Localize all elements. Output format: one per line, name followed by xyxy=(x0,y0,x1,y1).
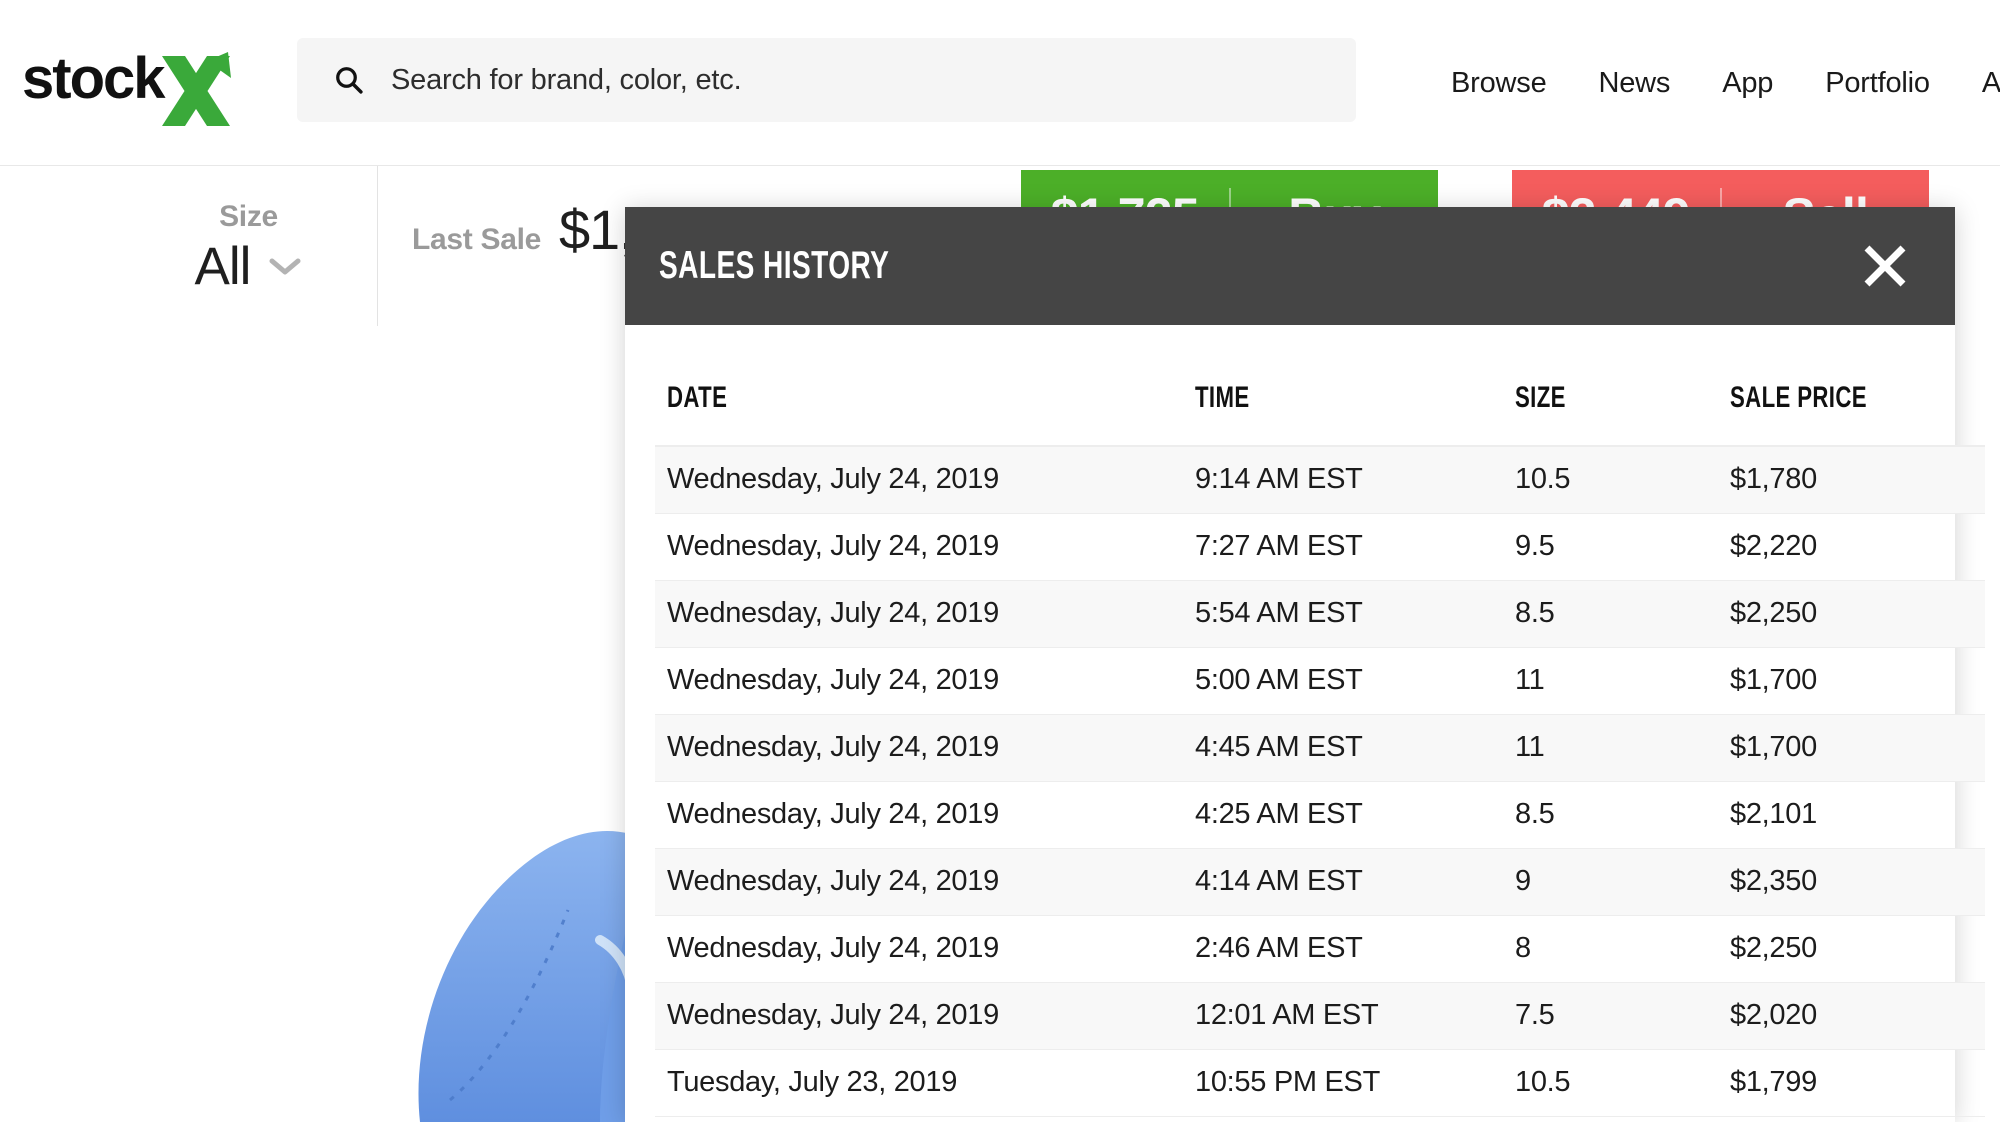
cell-time: 10:55 PM EST xyxy=(1195,1050,1515,1117)
cell-price: $2,250 xyxy=(1730,581,1985,648)
cell-price: $2,220 xyxy=(1730,514,1985,581)
sales-history-table: DATE TIME SIZE SALE PRICE Wednesday, Jul… xyxy=(655,325,1985,1117)
cell-time: 7:27 AM EST xyxy=(1195,514,1515,581)
modal-header: SALES HISTORY xyxy=(625,207,1955,325)
cell-date: Wednesday, July 24, 2019 xyxy=(655,514,1195,581)
cell-date: Wednesday, July 24, 2019 xyxy=(655,782,1195,849)
cell-time: 4:45 AM EST xyxy=(1195,715,1515,782)
table-row: Wednesday, July 24, 2019 5:54 AM EST 8.5… xyxy=(655,581,1985,648)
cell-date: Tuesday, July 23, 2019 xyxy=(655,1050,1195,1117)
table-row: Wednesday, July 24, 2019 12:01 AM EST 7.… xyxy=(655,983,1985,1050)
size-filter-dropdown[interactable]: Size All xyxy=(120,166,378,326)
stockx-product-page: stock Browse News App Portfolio Ab xyxy=(0,0,2000,1122)
table-row: Wednesday, July 24, 2019 7:27 AM EST 9.5… xyxy=(655,514,1985,581)
cell-date: Wednesday, July 24, 2019 xyxy=(655,916,1195,983)
cell-size: 7.5 xyxy=(1515,983,1730,1050)
nav-link-portfolio[interactable]: Portfolio xyxy=(1799,67,1956,100)
cell-time: 9:14 AM EST xyxy=(1195,446,1515,514)
cell-date: Wednesday, July 24, 2019 xyxy=(655,581,1195,648)
nav-link-about[interactable]: Ab xyxy=(1956,67,2000,100)
cell-price: $1,700 xyxy=(1730,648,1985,715)
cell-price: $2,101 xyxy=(1730,782,1985,849)
cell-date: Wednesday, July 24, 2019 xyxy=(655,849,1195,916)
sales-history-rows: Wednesday, July 24, 2019 9:14 AM EST 10.… xyxy=(655,446,1985,1117)
table-row: Wednesday, July 24, 2019 4:25 AM EST 8.5… xyxy=(655,782,1985,849)
cell-time: 2:46 AM EST xyxy=(1195,916,1515,983)
cell-time: 4:25 AM EST xyxy=(1195,782,1515,849)
cell-size: 8 xyxy=(1515,916,1730,983)
cell-price: $2,020 xyxy=(1730,983,1985,1050)
cell-price: $2,250 xyxy=(1730,916,1985,983)
table-row: Wednesday, July 24, 2019 9:14 AM EST 10.… xyxy=(655,446,1985,514)
top-navigation-bar: stock Browse News App Portfolio Ab xyxy=(0,0,2000,166)
column-header-size: SIZE xyxy=(1515,325,1730,446)
cell-size: 11 xyxy=(1515,715,1730,782)
nav-link-browse[interactable]: Browse xyxy=(1425,67,1573,100)
table-row: Wednesday, July 24, 2019 4:45 AM EST 11 … xyxy=(655,715,1985,782)
cell-time: 5:54 AM EST xyxy=(1195,581,1515,648)
column-header-sale-price: SALE PRICE xyxy=(1730,325,1985,446)
table-row: Tuesday, July 23, 2019 10:55 PM EST 10.5… xyxy=(655,1050,1985,1117)
x-arrows-icon xyxy=(162,52,231,126)
cell-size: 10.5 xyxy=(1515,1050,1730,1117)
search-bar[interactable] xyxy=(297,38,1356,122)
cell-date: Wednesday, July 24, 2019 xyxy=(655,715,1195,782)
nav-links: Browse News App Portfolio Ab xyxy=(1425,0,2000,166)
size-filter-label: Size xyxy=(219,200,278,234)
cell-size: 11 xyxy=(1515,648,1730,715)
close-icon[interactable] xyxy=(1857,238,1913,294)
cell-size: 9 xyxy=(1515,849,1730,916)
cell-size: 10.5 xyxy=(1515,446,1730,514)
table-row: Wednesday, July 24, 2019 4:14 AM EST 9 $… xyxy=(655,849,1985,916)
cell-size: 9.5 xyxy=(1515,514,1730,581)
last-sale-label: Last Sale xyxy=(412,223,541,257)
nav-link-news[interactable]: News xyxy=(1573,67,1697,100)
cell-price: $1,799 xyxy=(1730,1050,1985,1117)
size-filter-value: All xyxy=(195,240,251,293)
table-row: Wednesday, July 24, 2019 5:00 AM EST 11 … xyxy=(655,648,1985,715)
nav-link-app[interactable]: App xyxy=(1696,67,1799,100)
cell-price: $2,350 xyxy=(1730,849,1985,916)
stockx-logo[interactable]: stock xyxy=(22,34,237,134)
cell-date: Wednesday, July 24, 2019 xyxy=(655,648,1195,715)
search-input[interactable] xyxy=(391,60,1291,100)
svg-text:stock: stock xyxy=(22,46,166,111)
cell-size: 8.5 xyxy=(1515,581,1730,648)
modal-body: DATE TIME SIZE SALE PRICE Wednesday, Jul… xyxy=(625,325,1955,1122)
cell-date: Wednesday, July 24, 2019 xyxy=(655,446,1195,514)
cell-price: $1,780 xyxy=(1730,446,1985,514)
column-header-time: TIME xyxy=(1195,325,1515,446)
column-header-date: DATE xyxy=(655,325,1195,446)
cell-time: 4:14 AM EST xyxy=(1195,849,1515,916)
cell-size: 8.5 xyxy=(1515,782,1730,849)
cell-price: $1,700 xyxy=(1730,715,1985,782)
table-header-row: DATE TIME SIZE SALE PRICE xyxy=(655,325,1985,446)
cell-time: 12:01 AM EST xyxy=(1195,983,1515,1050)
cell-date: Wednesday, July 24, 2019 xyxy=(655,983,1195,1050)
modal-title: SALES HISTORY xyxy=(659,244,889,288)
cell-time: 5:00 AM EST xyxy=(1195,648,1515,715)
chevron-down-icon xyxy=(268,256,302,276)
table-row: Wednesday, July 24, 2019 2:46 AM EST 8 $… xyxy=(655,916,1985,983)
sales-history-modal: SALES HISTORY DATE TIME SIZE SALE PRICE xyxy=(625,207,1955,1122)
search-icon xyxy=(334,65,364,95)
